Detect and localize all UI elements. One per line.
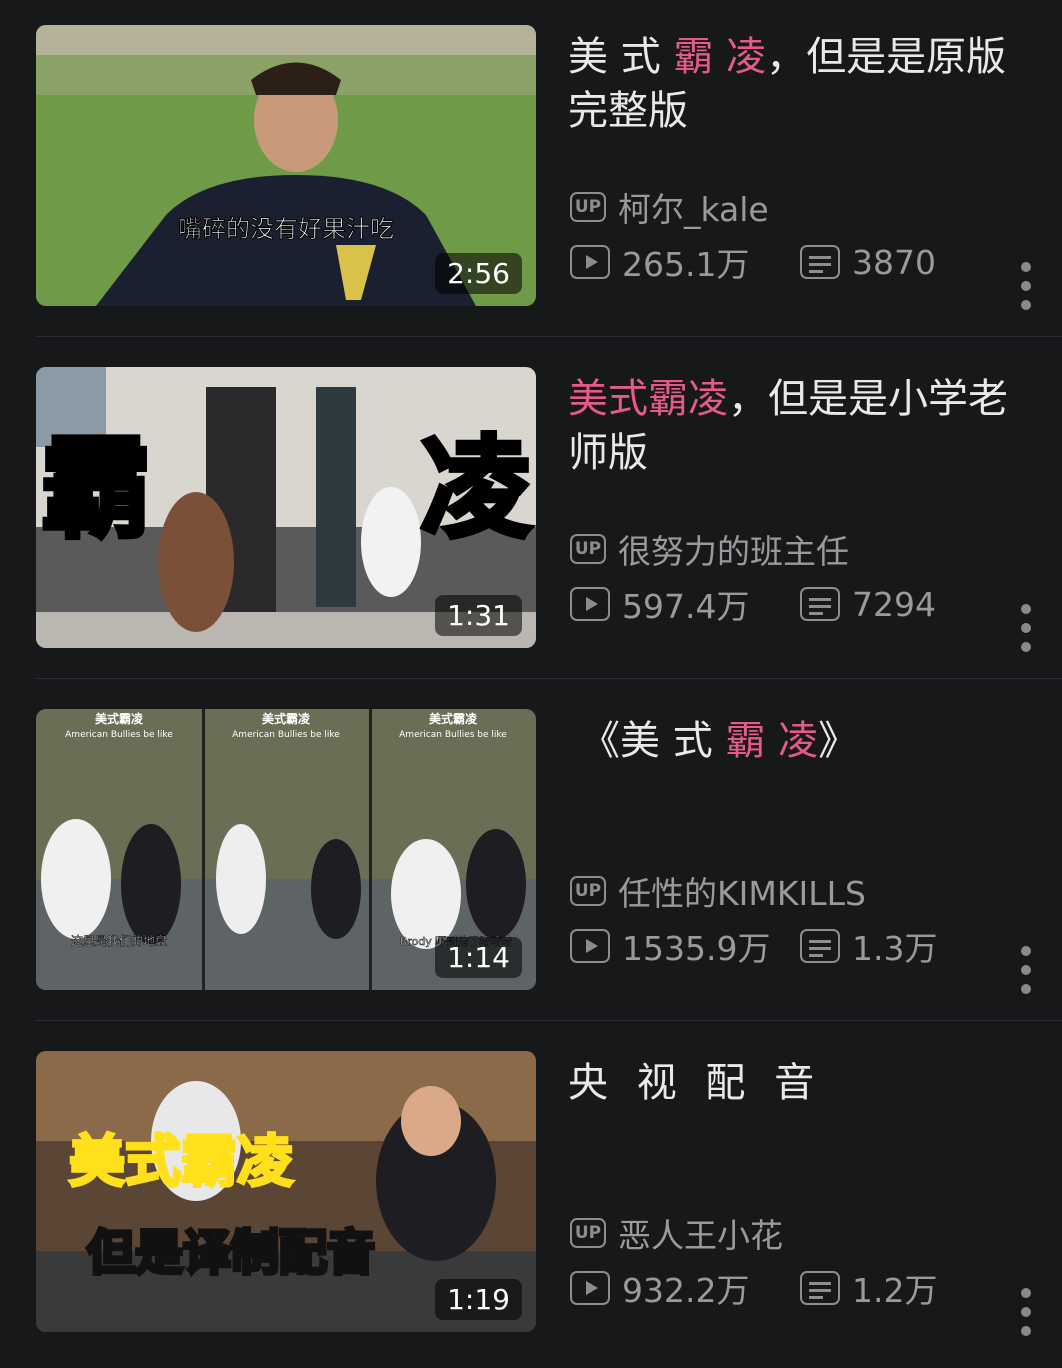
up-icon: UP	[570, 192, 606, 222]
view-count: 265.1万	[570, 238, 800, 286]
uploader-row[interactable]: UP 恶人王小花	[570, 1209, 783, 1257]
svg-text:凌: 凌	[421, 425, 531, 553]
video-feed: 嘴碎的没有好果汁吃 2:56 美 式 霸 凌，但是是原版完整版 UP 柯尔_ka…	[0, 0, 1062, 1362]
stats-row: 1535.9万 1.3万	[570, 922, 937, 970]
up-icon: UP	[570, 876, 606, 906]
views-text: 1535.9万	[622, 929, 771, 968]
video-thumbnail[interactable]: 嘴碎的没有好果汁吃 2:56	[36, 25, 536, 306]
danmaku-icon	[800, 245, 840, 279]
stats-row: 597.4万 7294	[570, 580, 936, 628]
video-card[interactable]: 美式霸凌 American Bullies be like 美式霸凌 Ameri…	[0, 684, 1062, 1026]
video-title[interactable]: 《美 式 霸 凌》	[580, 714, 1050, 768]
up-icon: UP	[570, 1218, 606, 1248]
stats-row: 265.1万 3870	[570, 238, 936, 286]
svg-text:American Bullies be like: American Bullies be like	[399, 730, 507, 740]
video-title[interactable]: 美 式 霸 凌，但是是原版完整版	[568, 30, 1038, 138]
danmaku-count: 7294	[852, 584, 936, 624]
title-segment: 美 式	[568, 34, 674, 80]
stats-row: 932.2万 1.2万	[570, 1264, 937, 1312]
title-highlight: 霸 凌	[673, 34, 767, 80]
svg-text:但是译制配音: 但是译制配音	[87, 1225, 375, 1281]
more-icon[interactable]	[1018, 604, 1034, 652]
uploader-name[interactable]: 任性的KIMKILLS	[618, 867, 866, 915]
uploader-row[interactable]: UP 任性的KIMKILLS	[570, 867, 866, 915]
play-icon	[570, 929, 610, 963]
views-text: 597.4万	[622, 587, 750, 626]
danmaku-icon	[800, 587, 840, 621]
uploader-row[interactable]: UP 很努力的班主任	[570, 525, 849, 573]
svg-text:American Bullies be like: American Bullies be like	[65, 730, 173, 740]
divider	[36, 336, 1062, 337]
title-segment: 《美 式	[580, 718, 726, 764]
play-icon	[570, 1271, 610, 1305]
uploader-row[interactable]: UP 柯尔_kale	[570, 183, 769, 231]
more-icon[interactable]	[1018, 1288, 1034, 1336]
svg-text:美式霸凌: 美式霸凌	[95, 711, 144, 726]
view-count: 932.2万	[570, 1264, 800, 1312]
video-thumbnail[interactable]: 美式霸凌 但是译制配音 1:19	[36, 1051, 536, 1332]
danmaku-icon	[800, 1271, 840, 1305]
views-text: 265.1万	[622, 245, 750, 284]
play-icon	[570, 245, 610, 279]
more-icon[interactable]	[1018, 262, 1034, 310]
video-duration: 1:19	[435, 1279, 522, 1320]
danmaku-count: 1.2万	[852, 1271, 938, 1310]
video-title[interactable]: 美式霸凌，但是是小学老师版	[568, 372, 1038, 480]
danmaku-count: 3870	[852, 242, 936, 282]
svg-text:美式霸凌: 美式霸凌	[262, 711, 311, 726]
danmaku-icon	[800, 929, 840, 963]
divider	[36, 678, 1062, 679]
svg-text:美式霸凌: 美式霸凌	[69, 1130, 293, 1195]
video-thumbnail[interactable]: 霸 凌 1:31	[36, 367, 536, 648]
uploader-name[interactable]: 很努力的班主任	[618, 525, 849, 573]
title-highlight: 美式霸凌	[568, 376, 728, 422]
svg-text:嘴碎的没有好果汁吃: 嘴碎的没有好果汁吃	[178, 215, 394, 243]
video-title[interactable]: 央 视 配 音	[568, 1056, 1038, 1110]
svg-text:这里是我们的地盘: 这里是我们的地盘	[71, 933, 167, 948]
video-card[interactable]: 嘴碎的没有好果汁吃 2:56 美 式 霸 凌，但是是原版完整版 UP 柯尔_ka…	[0, 0, 1062, 342]
more-icon[interactable]	[1018, 946, 1034, 994]
video-duration: 1:31	[435, 595, 522, 636]
danmaku-count: 1.3万	[852, 929, 938, 968]
video-card[interactable]: 霸 凌 1:31 美式霸凌，但是是小学老师版 UP 很努力的班主任 597.4万…	[0, 342, 1062, 684]
view-count: 1535.9万	[570, 922, 800, 970]
view-count: 597.4万	[570, 580, 800, 628]
video-card[interactable]: 美式霸凌 但是译制配音 1:19 央 视 配 音 UP 恶人王小花 932.2万…	[0, 1026, 1062, 1368]
play-icon	[570, 587, 610, 621]
uploader-name[interactable]: 柯尔_kale	[618, 183, 769, 231]
svg-text:霸: 霸	[41, 425, 151, 553]
video-thumbnail[interactable]: 美式霸凌 American Bullies be like 美式霸凌 Ameri…	[36, 709, 536, 990]
svg-text:美式霸凌: 美式霸凌	[429, 711, 478, 726]
views-text: 932.2万	[622, 1271, 750, 1310]
title-segment: 》	[818, 718, 859, 764]
svg-text:American Bullies be like: American Bullies be like	[232, 730, 340, 740]
title-highlight: 霸 凌	[725, 718, 819, 764]
video-duration: 2:56	[435, 253, 522, 294]
title-segment: 央 视 配 音	[568, 1060, 823, 1106]
video-duration: 1:14	[435, 937, 522, 978]
up-icon: UP	[570, 534, 606, 564]
uploader-name[interactable]: 恶人王小花	[618, 1209, 783, 1257]
divider	[36, 1020, 1062, 1021]
